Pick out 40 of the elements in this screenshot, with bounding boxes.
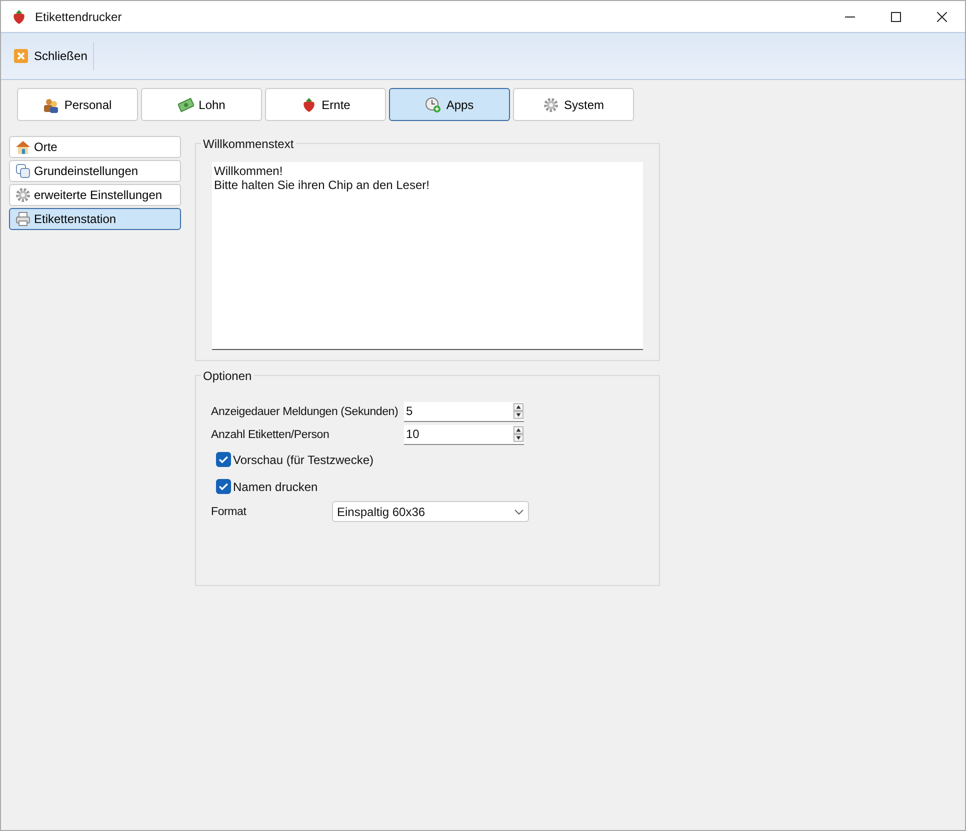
text-area[interactable]: Willkommen! Bitte halten Sie ihren Chip an den Leser! [212,162,643,350]
up-arrow-icon[interactable] [513,403,524,411]
gear-icon [542,96,559,112]
copy-icon [15,163,31,179]
up-arrow-icon[interactable] [513,426,524,434]
tab[interactable]: Ernte [265,88,386,121]
close-icon [13,48,29,64]
people-icon [43,96,60,112]
checkbox-label[interactable]: Vorschau (für Testzwecke) [233,452,374,466]
tab[interactable]: Apps [389,88,510,121]
printer-icon [15,211,31,227]
tab[interactable]: Lohn [141,88,262,121]
field-label: Anzeigedauer Meldungen (Sekunden) [211,406,400,418]
down-arrow-icon[interactable] [513,434,524,442]
close-button[interactable]: Schließen [9,42,94,70]
down-arrow-icon[interactable] [513,411,524,419]
checkbox[interactable] [216,452,231,467]
group-title: Willkommenstext [201,137,296,151]
sidebar-item[interactable]: erweiterte Einstellungen [9,184,181,206]
banknote-icon [178,96,194,112]
field-label: Format [211,506,248,518]
spinner-field[interactable]: 10 [404,424,524,444]
tab[interactable]: Personal [17,88,138,121]
clock-icon [425,96,442,112]
gear-icon [15,187,31,203]
tab[interactable]: System [513,88,634,121]
checkbox-label[interactable]: Namen drucken [233,480,318,494]
strawberry-icon [11,8,27,24]
group-title: Optionen [201,369,254,383]
sidebar-item[interactable]: Orte [9,136,181,158]
field-label: Anzahl Etiketten/Person [211,428,330,440]
sidebar-item[interactable]: Grundeinstellungen [9,160,181,182]
dropdown[interactable]: Einspaltig 60x36 [332,501,529,522]
chevron-down-icon [514,508,524,514]
sidebar-item[interactable]: Etikettenstation [9,208,181,230]
window-title: Etikettendrucker [35,10,123,24]
house-icon [15,139,31,155]
checkbox[interactable] [216,479,231,494]
spinner-field[interactable]: 5 [404,402,524,422]
strawberry-icon [300,96,317,112]
